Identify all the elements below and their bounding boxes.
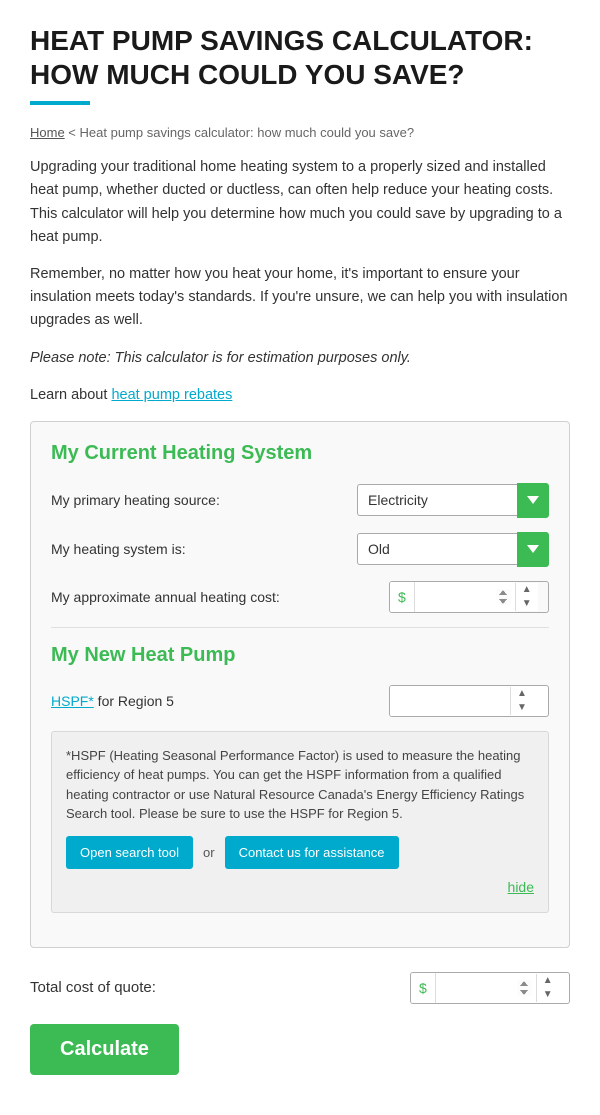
heating-system-select[interactable]: Old New Average xyxy=(357,533,517,565)
total-cost-input[interactable] xyxy=(436,973,536,1003)
heating-system-select-wrapper: Old New Average xyxy=(357,533,517,565)
annual-cost-increment[interactable]: ▲ xyxy=(516,583,538,597)
primary-source-control: Electricity Natural Gas Oil Propane Wood xyxy=(357,483,549,518)
hspf-spinner: ▲ ▼ xyxy=(510,687,533,715)
total-cost-row: Total cost of quote: $ ▲ ▼ xyxy=(30,972,570,1004)
rebates-link[interactable]: heat pump rebates xyxy=(111,387,232,403)
hspf-increment[interactable]: ▲ xyxy=(511,687,533,701)
hide-link[interactable]: hide xyxy=(508,877,534,898)
description-para2: Remember, no matter how you heat your ho… xyxy=(30,263,570,333)
hspf-label: HSPF* for Region 5 xyxy=(51,693,174,709)
heating-system-dropdown-arrow[interactable] xyxy=(517,532,549,567)
primary-source-row: My primary heating source: Electricity N… xyxy=(51,483,549,518)
calculator-card: My Current Heating System My primary hea… xyxy=(30,421,570,948)
chevron-down-icon xyxy=(527,496,539,504)
annual-cost-row: My approximate annual heating cost: $ ▲ … xyxy=(51,581,549,613)
contact-us-button[interactable]: Contact us for assistance xyxy=(225,836,399,869)
breadcrumb-separator: < xyxy=(65,125,80,140)
new-pump-title: My New Heat Pump xyxy=(51,644,549,667)
primary-source-label: My primary heating source: xyxy=(51,492,357,508)
breadcrumb: Home < Heat pump savings calculator: how… xyxy=(30,125,570,140)
hspf-input-wrap: ▲ ▼ xyxy=(389,685,549,717)
heating-system-control: Old New Average xyxy=(357,532,549,567)
primary-source-select-wrapper: Electricity Natural Gas Oil Propane Wood xyxy=(357,484,517,516)
hspf-decrement[interactable]: ▼ xyxy=(511,701,533,715)
hspf-input[interactable] xyxy=(390,686,510,716)
chevron-down-icon xyxy=(527,545,539,553)
annual-cost-input[interactable] xyxy=(415,582,515,612)
info-box-buttons: Open search tool or Contact us for assis… xyxy=(66,836,534,869)
total-cost-label: Total cost of quote: xyxy=(30,979,156,996)
breadcrumb-current: Heat pump savings calculator: how much c… xyxy=(80,125,415,140)
page-title: HEAT PUMP SAVINGS CALCULATOR: HOW MUCH C… xyxy=(30,24,570,91)
hspf-info-text: *HSPF (Heating Seasonal Performance Fact… xyxy=(66,746,534,824)
primary-source-dropdown-arrow[interactable] xyxy=(517,483,549,518)
calculate-button[interactable]: Calculate xyxy=(30,1024,179,1075)
annual-cost-spinner: ▲ ▼ xyxy=(515,583,538,611)
total-cost-increment[interactable]: ▲ xyxy=(537,974,559,988)
title-underline xyxy=(30,101,90,105)
breadcrumb-home-link[interactable]: Home xyxy=(30,125,65,140)
current-heating-title: My Current Heating System xyxy=(51,442,549,465)
section-divider xyxy=(51,627,549,628)
heating-system-label: My heating system is: xyxy=(51,541,357,557)
total-cost-currency: $ xyxy=(411,973,436,1003)
primary-source-select[interactable]: Electricity Natural Gas Oil Propane Wood xyxy=(357,484,517,516)
annual-cost-label: My approximate annual heating cost: xyxy=(51,589,389,605)
heating-system-row: My heating system is: Old New Average xyxy=(51,532,549,567)
description-note: Please note: This calculator is for esti… xyxy=(30,347,570,370)
description-para1: Upgrading your traditional home heating … xyxy=(30,156,570,249)
annual-cost-decrement[interactable]: ▼ xyxy=(516,597,538,611)
total-cost-spinner: ▲ ▼ xyxy=(536,974,559,1002)
hide-link-row: hide xyxy=(66,877,534,898)
hspf-suffix: for Region 5 xyxy=(94,693,174,709)
annual-cost-currency: $ xyxy=(390,582,415,612)
total-cost-decrement[interactable]: ▼ xyxy=(537,988,559,1002)
total-cost-input-wrap: $ ▲ ▼ xyxy=(410,972,570,1004)
open-search-button[interactable]: Open search tool xyxy=(66,836,193,869)
rebates-prefix: Learn about xyxy=(30,387,111,403)
hspf-info-box: *HSPF (Heating Seasonal Performance Fact… xyxy=(51,731,549,913)
or-text: or xyxy=(203,843,215,863)
description-section: Upgrading your traditional home heating … xyxy=(30,156,570,407)
hspf-link[interactable]: HSPF* xyxy=(51,693,94,709)
annual-cost-input-wrap: $ ▲ ▼ xyxy=(389,581,549,613)
rebates-row: Learn about heat pump rebates xyxy=(30,384,570,407)
hspf-row: HSPF* for Region 5 ▲ ▼ xyxy=(51,685,549,717)
